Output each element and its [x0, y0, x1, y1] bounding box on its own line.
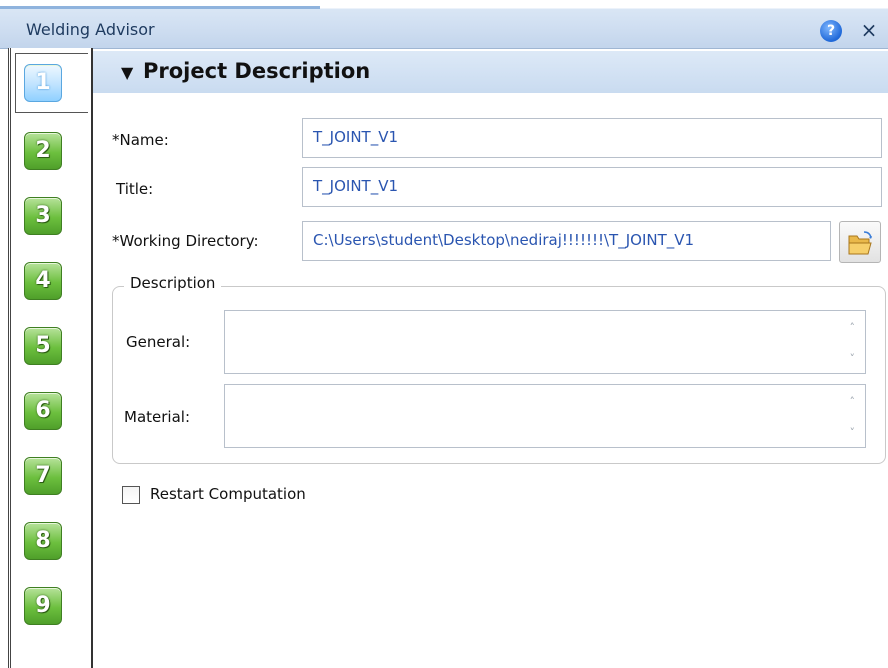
help-icon[interactable]: ?	[820, 20, 842, 42]
general-label: General:	[126, 333, 191, 351]
name-label: *Name:	[112, 131, 169, 149]
step-1-button[interactable]: 1	[24, 64, 62, 102]
step-5-button[interactable]: 5	[24, 327, 62, 365]
step-8-button[interactable]: 8	[24, 522, 62, 560]
title-label: Title:	[116, 180, 154, 198]
step-7-button[interactable]: 7	[24, 457, 62, 495]
restart-computation-checkbox[interactable]	[122, 486, 140, 504]
working-directory-label: *Working Directory:	[112, 232, 259, 250]
folder-open-icon	[848, 231, 872, 255]
window-title: Welding Advisor	[26, 20, 155, 39]
restart-computation-label[interactable]: Restart Computation	[150, 485, 306, 503]
step-2-button[interactable]: 2	[24, 132, 62, 170]
scroll-up-icon[interactable]: ˄	[850, 321, 856, 334]
step-sidebar: 1 2 3 4 5 6 7 8 9	[8, 48, 93, 668]
close-icon[interactable]: ×	[858, 18, 880, 42]
section-header[interactable]: ▼ Project Description	[93, 51, 888, 93]
title-field[interactable]: T_JOINT_V1	[302, 167, 882, 207]
scroll-up-icon[interactable]: ˄	[850, 395, 856, 408]
scroll-down-icon[interactable]: ˅	[850, 352, 856, 365]
material-textarea[interactable]: ˄ ˅	[224, 384, 866, 448]
material-label: Material:	[124, 408, 190, 426]
description-group-title: Description	[124, 274, 222, 292]
step-9-button[interactable]: 9	[24, 587, 62, 625]
title-bar: Welding Advisor ? ×	[0, 0, 888, 49]
general-textarea[interactable]: ˄ ˅	[224, 310, 866, 374]
step-3-button[interactable]: 3	[24, 197, 62, 235]
section-title: Project Description	[143, 59, 371, 83]
step-6-button[interactable]: 6	[24, 392, 62, 430]
title-bar-accent	[0, 6, 320, 9]
browse-folder-button[interactable]	[839, 221, 881, 263]
step-4-button[interactable]: 4	[24, 262, 62, 300]
working-directory-field[interactable]: C:\Users\student\Desktop\nediraj!!!!!!!\…	[302, 221, 831, 261]
scroll-down-icon[interactable]: ˅	[850, 426, 856, 439]
name-field[interactable]: T_JOINT_V1	[302, 118, 882, 158]
collapse-arrow-icon[interactable]: ▼	[121, 63, 133, 82]
